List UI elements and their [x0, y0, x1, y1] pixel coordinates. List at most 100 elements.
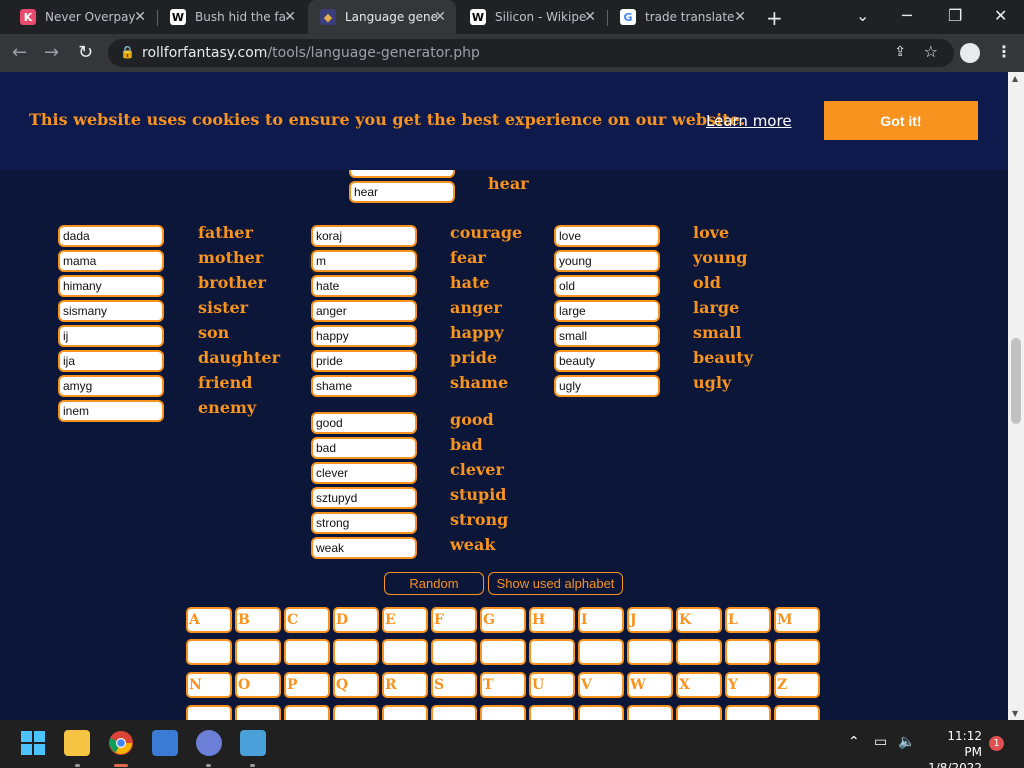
file-explorer-icon[interactable]	[64, 730, 90, 756]
word-input[interactable]: himany	[58, 275, 164, 297]
browser-tab[interactable]: Gtrade translate to✕	[608, 0, 756, 34]
chevron-up-icon[interactable]: ⌃	[848, 734, 860, 750]
word-input[interactable]: bad	[311, 437, 417, 459]
alphabet-input[interactable]	[578, 639, 624, 665]
word-input[interactable]: shame	[311, 375, 417, 397]
word-input[interactable]: hear	[349, 181, 455, 203]
word-input[interactable]: weak	[311, 537, 417, 559]
browser-tab[interactable]: ◆ Language generator✕	[308, 0, 456, 34]
word-input[interactable]: ugly	[554, 375, 660, 397]
alphabet-letter: B	[235, 607, 281, 633]
word-input[interactable]: happy	[311, 325, 417, 347]
alphabet-input[interactable]	[333, 639, 379, 665]
word-input[interactable]: hate	[311, 275, 417, 297]
scroll-thumb[interactable]	[1011, 338, 1021, 424]
word-input[interactable]: mama	[58, 250, 164, 272]
tab-close-icon[interactable]: ✕	[434, 9, 446, 25]
word-input[interactable]: dada	[58, 225, 164, 247]
word-input[interactable]: pride	[311, 350, 417, 372]
alphabet-input[interactable]	[186, 705, 232, 720]
tab-close-icon[interactable]: ✕	[734, 9, 746, 25]
random-button[interactable]: Random	[384, 572, 484, 595]
alphabet-input[interactable]	[480, 705, 526, 720]
alphabet-input[interactable]	[529, 705, 575, 720]
browser-tab[interactable]: K Never Overpay for✕	[8, 0, 156, 34]
word-input[interactable]: inem	[58, 400, 164, 422]
word-input[interactable]: ija	[58, 350, 164, 372]
word-input[interactable]: love	[554, 225, 660, 247]
scroll-down-icon[interactable]: ▼	[1012, 709, 1018, 718]
word-input[interactable]: sismany	[58, 300, 164, 322]
show-alphabet-button[interactable]: Show used alphabet	[488, 572, 623, 595]
store-icon[interactable]	[152, 730, 178, 756]
word-input[interactable]: anger	[311, 300, 417, 322]
windows-start-icon[interactable]	[20, 730, 46, 756]
alphabet-input[interactable]	[333, 705, 379, 720]
alphabet-input[interactable]	[235, 639, 281, 665]
alphabet-input[interactable]	[284, 705, 330, 720]
alphabet-input[interactable]	[284, 639, 330, 665]
alphabet-input[interactable]	[627, 705, 673, 720]
restore-icon[interactable]: ❐	[948, 6, 962, 25]
tab-close-icon[interactable]: ✕	[284, 9, 296, 25]
alphabet-input[interactable]	[431, 639, 477, 665]
close-window-icon[interactable]: ✕	[994, 6, 1007, 25]
alphabet-input[interactable]	[725, 639, 771, 665]
alphabet-input[interactable]	[774, 705, 820, 720]
tab-search-icon[interactable]: ⌄	[856, 6, 869, 25]
word-input[interactable]: young	[554, 250, 660, 272]
word-input[interactable]: sztupyd	[311, 487, 417, 509]
notepad-icon[interactable]	[240, 730, 266, 756]
word-input[interactable]: m	[309, 248, 419, 274]
learn-more-link[interactable]: Learn more	[706, 112, 792, 130]
menu-icon[interactable]: ⋮	[996, 42, 1012, 61]
forward-icon[interactable]: →	[44, 42, 59, 63]
app-icon[interactable]	[196, 730, 222, 756]
word-input[interactable]: good	[311, 412, 417, 434]
minimize-icon[interactable]: ─	[902, 6, 912, 25]
page-scrollbar[interactable]: ▲ ▼	[1008, 72, 1024, 720]
word-input[interactable]: amyg	[58, 375, 164, 397]
clock[interactable]: 11:12 PM 1/8/2022	[928, 728, 982, 768]
alphabet-input[interactable]	[529, 639, 575, 665]
network-icon[interactable]: ▭	[874, 734, 887, 750]
word-input[interactable]: beauty	[554, 350, 660, 372]
bookmark-star-icon[interactable]: ☆	[924, 42, 938, 61]
reload-icon[interactable]: ↻	[78, 42, 93, 63]
alphabet-input[interactable]	[186, 639, 232, 665]
tab-close-icon[interactable]: ✕	[584, 9, 596, 25]
word-input[interactable]: clever	[311, 462, 417, 484]
alphabet-input[interactable]	[382, 705, 428, 720]
alphabet-input[interactable]	[480, 639, 526, 665]
back-icon[interactable]: ←	[12, 42, 27, 63]
word-input[interactable]: strong	[311, 512, 417, 534]
alphabet-input[interactable]	[578, 705, 624, 720]
alphabet-input[interactable]	[382, 639, 428, 665]
chrome-icon[interactable]	[108, 730, 134, 756]
alphabet-input[interactable]	[774, 639, 820, 665]
alphabet-input[interactable]	[725, 705, 771, 720]
scroll-up-icon[interactable]: ▲	[1012, 74, 1018, 83]
alphabet-input[interactable]	[676, 705, 722, 720]
word-input[interactable]: small	[554, 325, 660, 347]
alphabet-input[interactable]	[676, 639, 722, 665]
url-text[interactable]: rollforfantasy.com/tools/language-genera…	[142, 45, 480, 61]
tab-close-icon[interactable]: ✕	[134, 9, 146, 25]
alphabet-input[interactable]	[627, 639, 673, 665]
alphabet-letter: W	[627, 672, 673, 698]
share-icon[interactable]: ⇪	[894, 44, 906, 60]
alphabet-input[interactable]	[431, 705, 477, 720]
word-input[interactable]: old	[554, 275, 660, 297]
browser-tab[interactable]: W Bush hid the facts✕	[158, 0, 306, 34]
got-it-button[interactable]: Got it!	[824, 101, 978, 140]
new-tab-button[interactable]: +	[766, 6, 783, 30]
browser-tab[interactable]: W Silicon - Wikipedia✕	[458, 0, 606, 34]
address-bar[interactable]: 🔒 rollforfantasy.com/tools/language-gene…	[108, 39, 954, 67]
word-input[interactable]: koraj	[311, 225, 417, 247]
word-input[interactable]: ij	[58, 325, 164, 347]
alphabet-input[interactable]	[235, 705, 281, 720]
word-input[interactable]: large	[554, 300, 660, 322]
volume-icon[interactable]: 🔈	[898, 734, 915, 750]
notification-badge[interactable]: 1	[989, 736, 1004, 751]
profile-avatar[interactable]	[960, 43, 980, 63]
